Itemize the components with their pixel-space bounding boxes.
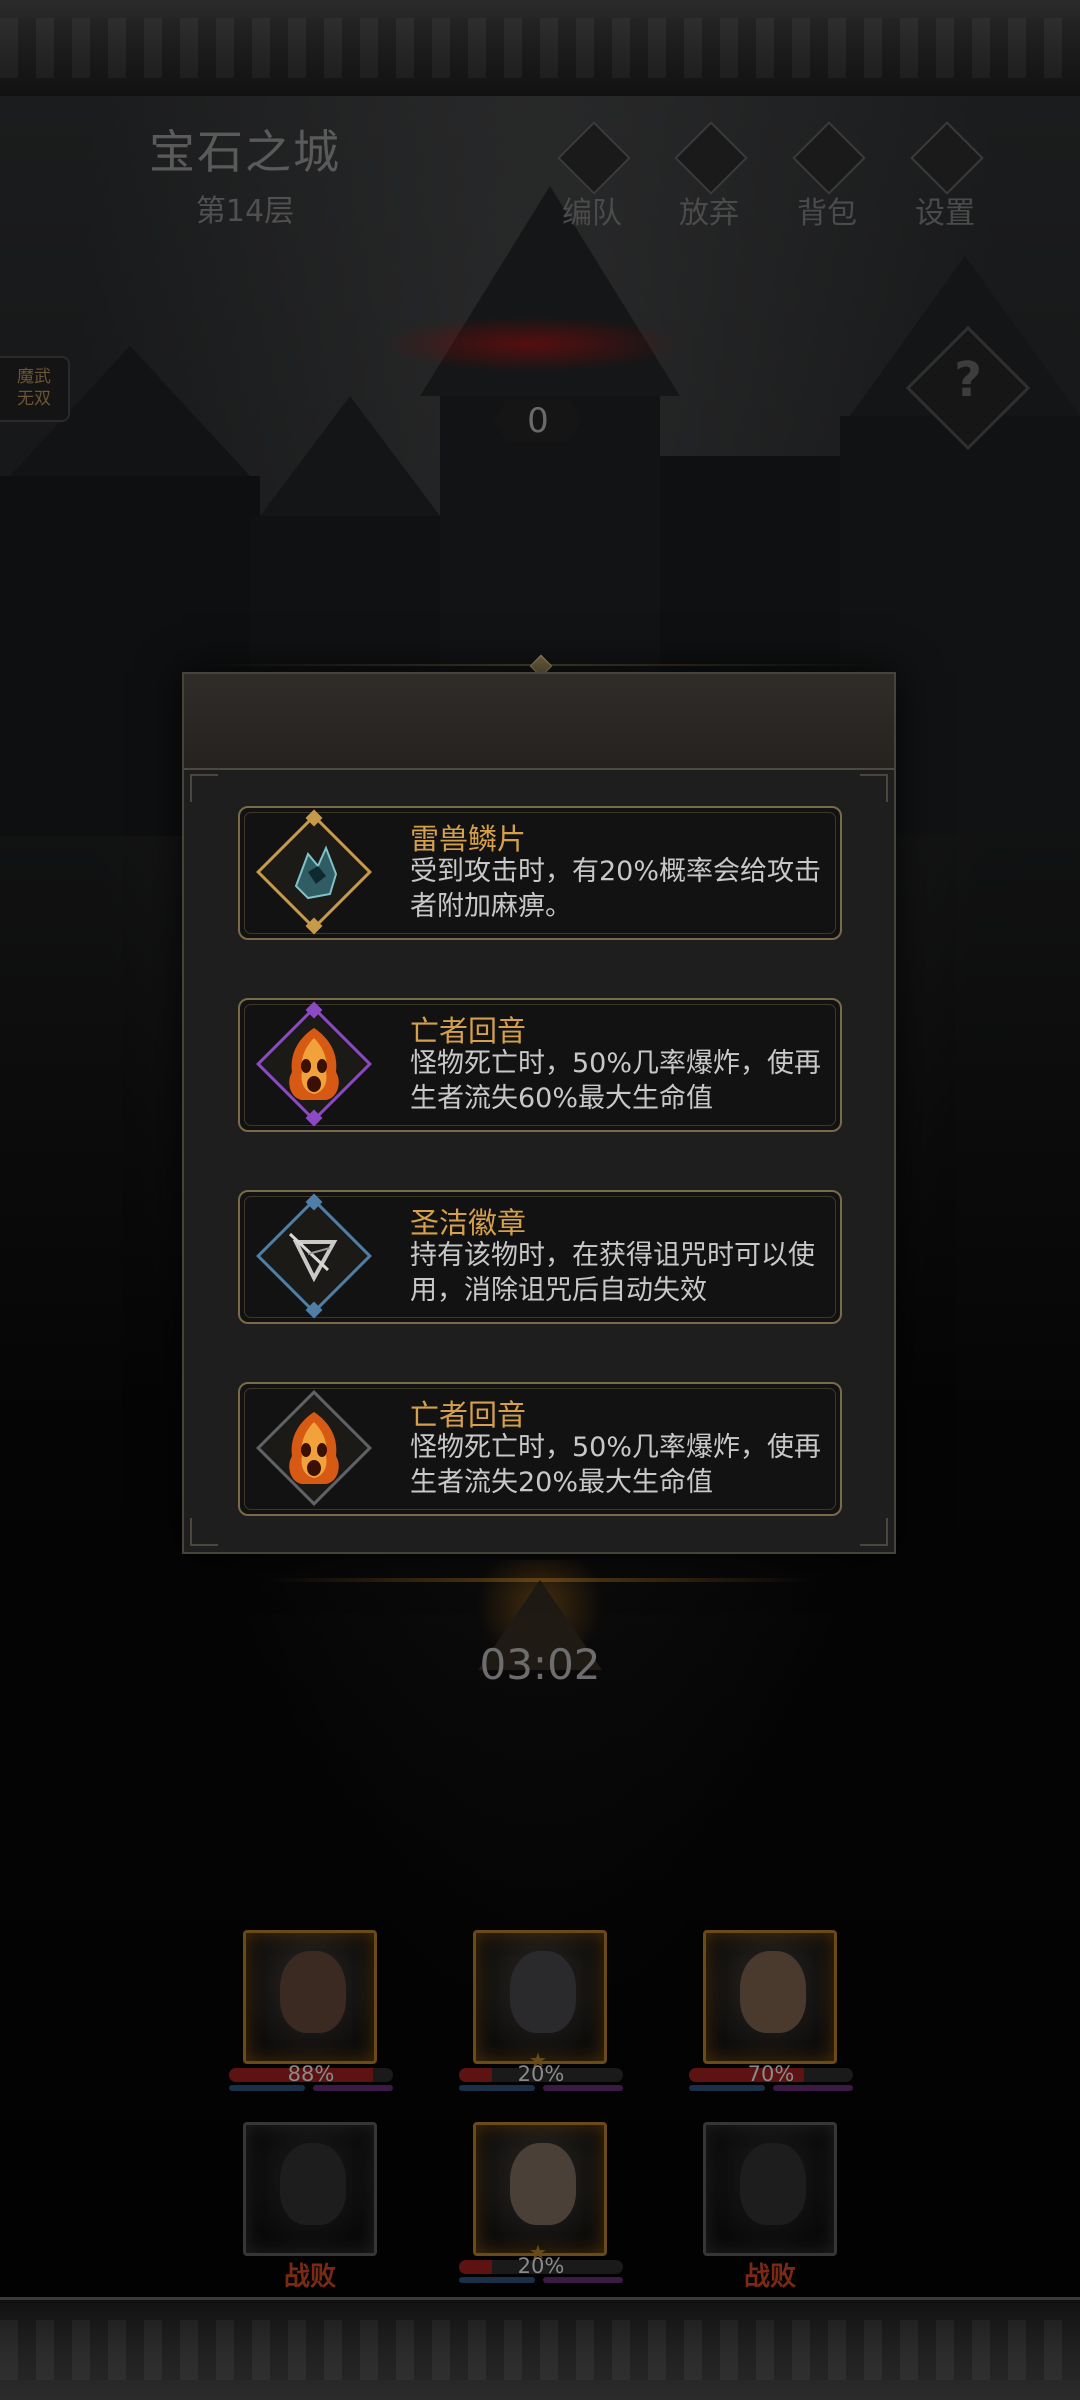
backpack-icon	[792, 121, 866, 195]
hero-slot-4[interactable]: 战败	[243, 2122, 377, 2292]
abandon-button-label: 放弃	[679, 196, 739, 231]
bottom-frame	[0, 2297, 1080, 2400]
team-button[interactable]: 编队	[537, 121, 647, 231]
ghost-flame-icon	[256, 1390, 372, 1506]
hero-portrait	[473, 2122, 607, 2256]
relic-description: 受到攻击时，有20%概率会给攻击者附加麻痹。	[410, 856, 822, 922]
hp-percent: 88%	[287, 2062, 335, 2086]
dialog-corner	[860, 1518, 888, 1546]
dialog-header	[184, 674, 894, 770]
hp-percent: 70%	[747, 2062, 795, 2086]
backpack-button[interactable]: 背包	[772, 121, 882, 231]
abandon-button[interactable]: 放弃	[654, 121, 764, 231]
hero-slot-2[interactable]: 20% ★	[459, 1930, 623, 2091]
backpack-button-label: 背包	[797, 196, 857, 231]
relic-name: 亡者回音	[410, 1398, 527, 1432]
dialog-corner	[190, 1518, 218, 1546]
defeated-label: 战败	[283, 2262, 336, 2292]
question-icon: ?	[954, 352, 982, 408]
dialog-corner	[190, 774, 218, 802]
scale-icon	[256, 809, 372, 935]
team-button-label: 编队	[562, 196, 622, 231]
city-title: 宝石之城	[149, 125, 341, 179]
holy-badge-icon	[256, 1193, 372, 1319]
relic-name: 雷兽鳞片	[410, 822, 527, 856]
energy-bars	[689, 2085, 853, 2091]
settings-button-label: 设置	[915, 196, 975, 231]
defeated-label: 战败	[743, 2262, 796, 2292]
relic-name: 亡者回音	[410, 1014, 527, 1048]
settings-button[interactable]: 设置	[890, 121, 1000, 231]
relic-option-4[interactable]: 亡者回音 怪物死亡时，50%几率爆炸，使再生者流失20%最大生命值	[238, 1382, 842, 1516]
relic-option-3[interactable]: 圣洁徽章 持有该物时，在获得诅咒时可以使用，消除诅咒后自动失效	[238, 1190, 842, 1324]
red-glow-decoration	[380, 316, 680, 372]
hero-portrait	[473, 1930, 607, 2064]
door-icon	[674, 121, 748, 195]
settings-icon	[910, 121, 984, 195]
relic-choice-dialog: 雷兽鳞片 受到攻击时，有20%概率会给攻击者附加麻痹。 亡者回音 怪物死亡时，5…	[182, 672, 896, 1554]
star-icon: ★	[529, 2240, 547, 2264]
top-frame	[0, 0, 1080, 99]
hero-portrait	[243, 2122, 377, 2256]
energy-bars	[229, 2085, 393, 2091]
hero-portrait	[243, 1930, 377, 2064]
relic-description: 怪物死亡时，50%几率爆炸，使再生者流失60%最大生命值	[410, 1048, 822, 1114]
countdown-timer: 03:02	[479, 1640, 601, 1689]
energy-bars	[459, 2085, 623, 2091]
relic-description: 怪物死亡时，50%几率爆炸，使再生者流失20%最大生命值	[410, 1432, 822, 1498]
hero-portrait	[703, 2122, 837, 2256]
hero-portrait	[703, 1930, 837, 2064]
side-event-badge[interactable]: 魔武 无双	[0, 356, 70, 422]
hero-slot-3[interactable]: 70%	[689, 1930, 853, 2091]
score-counter: 0	[494, 400, 582, 442]
star-icon: ★	[529, 2048, 547, 2072]
relic-option-2[interactable]: 亡者回音 怪物死亡时，50%几率爆炸，使再生者流失60%最大生命值	[238, 998, 842, 1132]
hero-slot-5[interactable]: 20% ★	[459, 2122, 623, 2283]
hero-slot-1[interactable]: 88%	[229, 1930, 393, 2091]
dialog-corner	[860, 774, 888, 802]
hero-slot-6[interactable]: 战败	[703, 2122, 837, 2292]
floor-label: 第14层	[195, 194, 295, 229]
relic-option-1[interactable]: 雷兽鳞片 受到攻击时，有20%概率会给攻击者附加麻痹。	[238, 806, 842, 940]
team-icon	[557, 121, 631, 195]
relic-name: 圣洁徽章	[410, 1206, 527, 1240]
energy-bars	[459, 2277, 623, 2283]
relic-description: 持有该物时，在获得诅咒时可以使用，消除诅咒后自动失效	[410, 1240, 815, 1306]
ghost-flame-icon	[256, 1001, 372, 1127]
bg-roof	[260, 396, 440, 516]
